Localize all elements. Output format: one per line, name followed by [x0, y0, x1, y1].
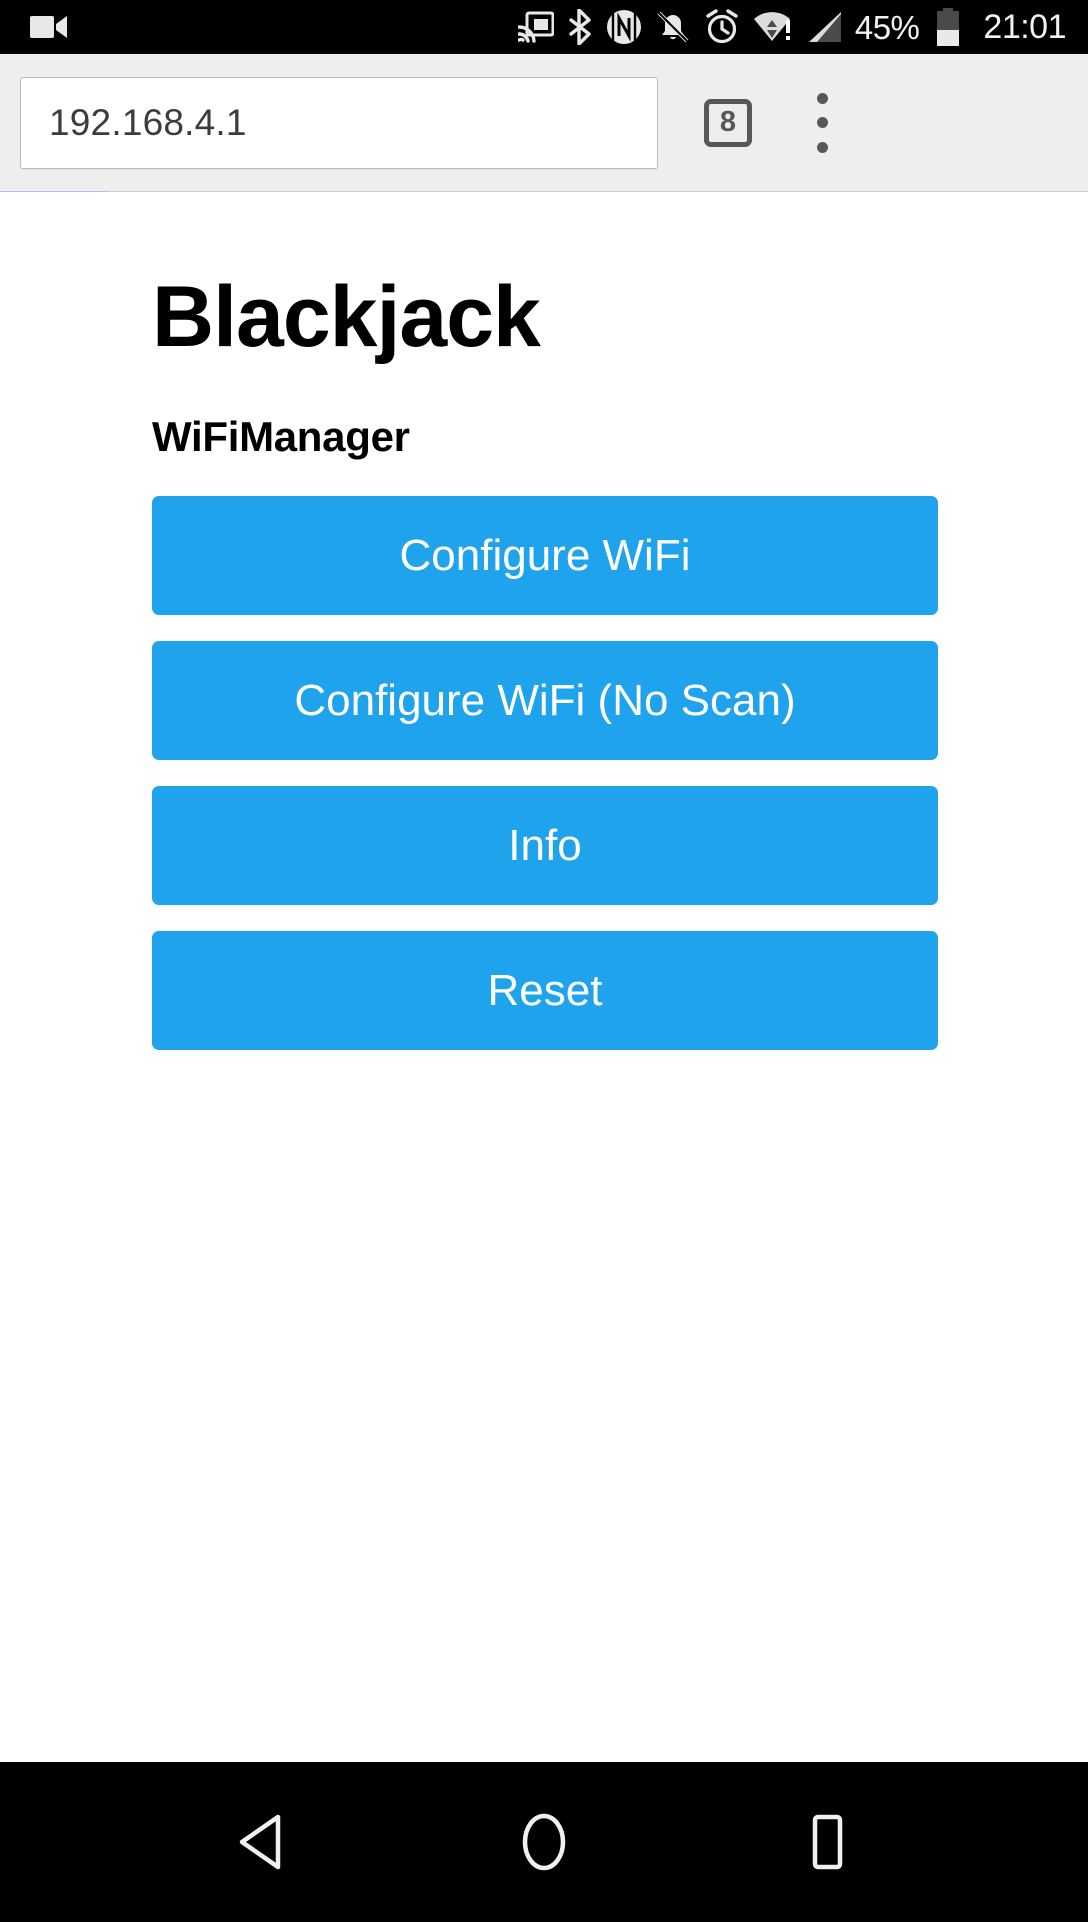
- phone-screen: 45% 21:01 192.168.4.1 8 Blackjack WiFiMa…: [0, 0, 1088, 1922]
- status-bar-right-icons: 45% 21:01: [517, 8, 1066, 46]
- menu-dot-middle: [816, 117, 828, 128]
- configure-wifi-button[interactable]: Configure WiFi: [152, 495, 938, 615]
- nfc-icon: [606, 9, 642, 45]
- menu-dot-bottom: [816, 141, 828, 153]
- page-subtitle: WiFiManager: [152, 412, 410, 460]
- status-bar-clock: 21:01: [983, 8, 1066, 46]
- tab-count-label: 8: [719, 106, 737, 138]
- action-button-list: Configure WiFi Configure WiFi (No Scan) …: [152, 495, 938, 1050]
- home-circle-icon[interactable]: [489, 1787, 599, 1897]
- android-navigation-bar: [0, 1762, 1088, 1922]
- notifications-off-icon: [655, 9, 691, 45]
- cellular-signal-icon: [808, 11, 842, 43]
- info-button[interactable]: Info: [152, 785, 938, 905]
- reset-button[interactable]: Reset: [152, 930, 938, 1050]
- browser-toolbar: 192.168.4.1 8: [0, 54, 1088, 197]
- recents-square-icon[interactable]: [772, 1787, 882, 1897]
- back-triangle-icon[interactable]: [206, 1787, 316, 1897]
- web-page-content: Blackjack WiFiManager Configure WiFi Con…: [0, 192, 1088, 1762]
- battery-percent-label: 45%: [854, 8, 920, 46]
- configure-wifi-no-scan-button[interactable]: Configure WiFi (No Scan): [152, 640, 938, 760]
- address-bar[interactable]: 192.168.4.1: [20, 76, 658, 169]
- page-title: Blackjack: [152, 269, 541, 365]
- wifi-no-internet-icon: [753, 10, 795, 44]
- battery-icon: [936, 8, 960, 46]
- overflow-menu-icon[interactable]: [802, 90, 842, 156]
- status-bar: 45% 21:01: [0, 0, 1088, 54]
- menu-dot-top: [816, 92, 828, 104]
- bluetooth-icon: [567, 9, 593, 45]
- cast-icon: [517, 11, 554, 43]
- tab-counter-icon[interactable]: 8: [704, 98, 752, 147]
- alarm-icon: [704, 9, 740, 45]
- video-camera-icon: [30, 14, 68, 40]
- url-text[interactable]: 192.168.4.1: [49, 102, 247, 144]
- status-bar-left-icons: [30, 14, 68, 40]
